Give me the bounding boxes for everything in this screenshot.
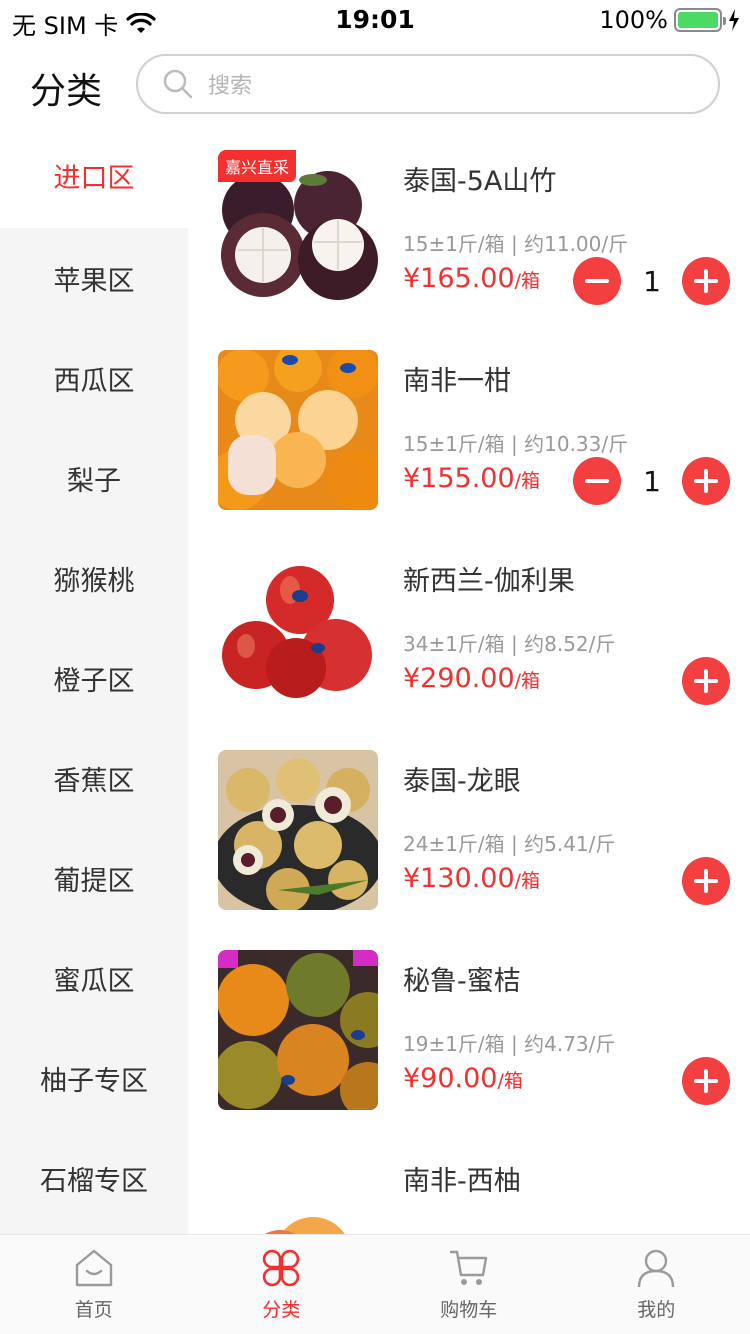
product-spec: 15±1斤/箱 | 约10.33/斤 — [403, 432, 629, 456]
add-to-cart-button[interactable] — [682, 657, 730, 705]
home-icon — [75, 1249, 112, 1287]
charging-icon — [729, 9, 739, 31]
sidebar-item-imported[interactable]: 进口区 — [0, 123, 188, 228]
quantity-value: 1 — [643, 265, 661, 298]
product-item[interactable]: 南非一柑 15±1斤/箱 | 约10.33/斤 ¥155.00/箱 1 — [188, 323, 750, 523]
product-title: 新西兰-伽利果 — [403, 566, 575, 597]
sidebar-item-orange[interactable]: 橙子区 — [0, 628, 188, 728]
product-image-citrus — [218, 350, 378, 510]
search-icon — [163, 69, 193, 99]
sidebar-item-banana[interactable]: 香蕉区 — [0, 728, 188, 828]
product-spec: 19±1斤/箱 | 约4.73/斤 — [403, 1032, 616, 1056]
battery-percent: 100% — [599, 6, 668, 34]
product-price: ¥165.00/箱 — [403, 263, 541, 294]
product-image-apple — [218, 550, 378, 710]
sidebar-item-apple[interactable]: 苹果区 — [0, 228, 188, 328]
status-bar: 无 SIM 卡 19:01 100% — [0, 0, 750, 40]
product-title: 南非一柑 — [403, 366, 511, 397]
add-to-cart-button[interactable] — [682, 457, 730, 505]
tab-category[interactable]: 分类 — [188, 1235, 376, 1334]
add-to-cart-button[interactable] — [682, 1057, 730, 1105]
tab-home[interactable]: 首页 — [0, 1235, 188, 1334]
product-price: ¥90.00/箱 — [403, 1063, 523, 1094]
decrease-button[interactable] — [573, 257, 621, 305]
product-spec: 15±1斤/箱 | 约11.00/斤 — [403, 232, 629, 256]
product-title: 秘鲁-蜜桔 — [403, 966, 521, 997]
category-icon — [263, 1249, 300, 1287]
decrease-button[interactable] — [573, 457, 621, 505]
product-image-longan — [218, 750, 378, 910]
product-title: 南非-西柚 — [403, 1166, 521, 1197]
page-title: 分类 — [30, 71, 103, 112]
sidebar-item-melon[interactable]: 蜜瓜区 — [0, 928, 188, 1028]
product-item[interactable]: 嘉兴直采 泰国-5A山竹 15±1斤/箱 | 约11.00/斤 ¥165.00/… — [188, 123, 750, 323]
tab-label: 首页 — [74, 1299, 113, 1321]
tab-label: 购物车 — [440, 1299, 498, 1321]
tab-label: 分类 — [262, 1299, 301, 1321]
product-item[interactable]: 南非-西柚 — [188, 1123, 750, 1234]
user-icon — [638, 1249, 675, 1288]
tab-profile[interactable]: 我的 — [563, 1235, 750, 1334]
sidebar-item-grape[interactable]: 葡提区 — [0, 828, 188, 928]
search-input[interactable]: 搜索 — [136, 54, 720, 114]
product-item[interactable]: 新西兰-伽利果 34±1斤/箱 | 约8.52/斤 ¥290.00/箱 — [188, 523, 750, 723]
product-spec: 24±1斤/箱 | 约5.41/斤 — [403, 832, 616, 856]
product-spec: 34±1斤/箱 | 约8.52/斤 — [403, 632, 616, 656]
product-image-mangosteen: 嘉兴直采 — [218, 150, 378, 310]
sidebar-item-pomegranate[interactable]: 石榴专区 — [0, 1128, 188, 1228]
product-price: ¥155.00/箱 — [403, 463, 541, 494]
battery-icon — [674, 8, 726, 32]
product-tag: 嘉兴直采 — [218, 150, 297, 182]
product-title: 泰国-龙眼 — [403, 766, 521, 797]
quantity-value: 1 — [643, 465, 661, 498]
product-list: 嘉兴直采 泰国-5A山竹 15±1斤/箱 | 约11.00/斤 ¥165.00/… — [188, 123, 750, 1234]
sidebar-item-kiwi[interactable]: 猕猴桃 — [0, 528, 188, 628]
product-image-grapefruit — [218, 1150, 378, 1234]
search-placeholder: 搜索 — [208, 74, 253, 99]
product-item[interactable]: 秘鲁-蜜桔 19±1斤/箱 | 约4.73/斤 ¥90.00/箱 — [188, 923, 750, 1123]
sidebar-item-pomelo[interactable]: 柚子专区 — [0, 1028, 188, 1128]
category-sidebar: 进口区 苹果区 西瓜区 梨子 猕猴桃 橙子区 香蕉区 葡提区 蜜瓜区 柚子专区 … — [0, 123, 188, 1234]
tab-cart[interactable]: 购物车 — [375, 1235, 563, 1334]
product-image-mandarin — [218, 950, 378, 1110]
product-price: ¥130.00/箱 — [403, 863, 541, 894]
status-right: 100% — [599, 6, 740, 34]
product-price: ¥290.00/箱 — [403, 663, 541, 694]
sidebar-item-pear[interactable]: 梨子 — [0, 428, 188, 528]
header: 分类 搜索 — [0, 52, 750, 116]
add-to-cart-button[interactable] — [682, 857, 730, 905]
product-item[interactable]: 泰国-龙眼 24±1斤/箱 | 约5.41/斤 ¥130.00/箱 — [188, 723, 750, 923]
tab-label: 我的 — [637, 1299, 676, 1321]
add-to-cart-button[interactable] — [682, 257, 730, 305]
product-title: 泰国-5A山竹 — [403, 166, 557, 197]
tab-bar: 首页 分类 购物车 我的 — [0, 1234, 750, 1334]
cart-icon — [449, 1250, 487, 1285]
sidebar-item-watermelon[interactable]: 西瓜区 — [0, 328, 188, 428]
